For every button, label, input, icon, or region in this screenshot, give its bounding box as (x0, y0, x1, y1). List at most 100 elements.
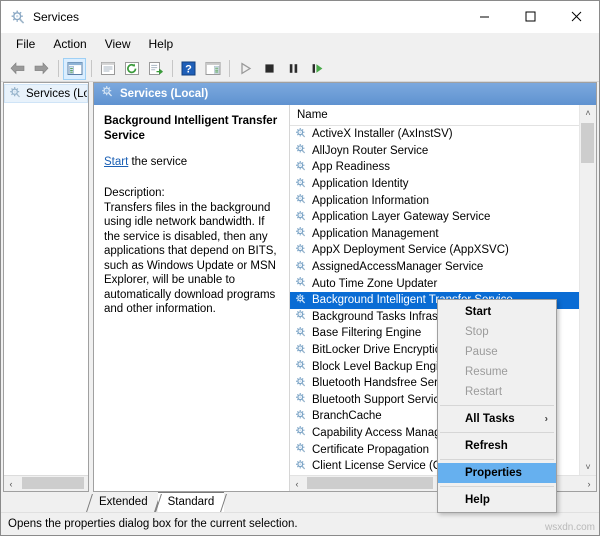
gear-icon (9, 86, 22, 102)
gear-icon (295, 409, 307, 424)
minimize-button[interactable] (461, 1, 507, 32)
console-tree-pane: Services (Local) ‹ › (3, 82, 89, 492)
menu-view[interactable]: View (96, 34, 140, 55)
gear-icon (295, 193, 307, 208)
gear-icon (295, 143, 307, 158)
context-menu-item-label: Stop (465, 326, 489, 338)
gear-icon (295, 376, 307, 391)
column-header-name[interactable]: Name (290, 105, 328, 125)
gear-icon (295, 243, 307, 258)
start-service-icon[interactable] (234, 58, 257, 80)
scroll-left-arrow-icon[interactable]: ‹ (290, 476, 304, 491)
gear-icon (295, 309, 307, 324)
scroll-down-arrow-icon[interactable]: ˅ (580, 459, 596, 475)
toolbar-separator (91, 60, 92, 77)
help-icon[interactable]: ? (177, 58, 200, 80)
service-name: Application Layer Gateway Service (312, 211, 491, 224)
toolbar-separator (172, 60, 173, 77)
scroll-right-arrow-icon[interactable]: › (582, 476, 596, 491)
context-menu-item-label: Resume (465, 366, 508, 378)
maximize-button[interactable] (507, 1, 553, 32)
service-name: Application Identity (312, 178, 409, 191)
tree-hscroll-thumb[interactable] (22, 477, 84, 489)
context-menu-item-label: Help (465, 494, 490, 506)
service-name: AssignedAccessManager Service (312, 261, 484, 274)
menu-file[interactable]: File (7, 34, 44, 55)
gear-icon (295, 260, 307, 275)
start-service-link[interactable]: Start (104, 156, 128, 168)
gear-icon (295, 226, 307, 241)
tree-hscroll-track[interactable] (18, 476, 84, 491)
export-list-icon[interactable] (144, 58, 167, 80)
table-row[interactable]: App Readiness (290, 159, 579, 176)
refresh-icon[interactable] (120, 58, 143, 80)
restart-service-icon[interactable] (306, 58, 329, 80)
list-vertical-scrollbar[interactable]: ˄ ˅ (579, 105, 596, 475)
context-menu-item-label: Refresh (465, 440, 508, 452)
context-menu-separator (440, 405, 554, 406)
table-row[interactable]: Auto Time Zone Updater (290, 275, 579, 292)
gear-icon (295, 127, 307, 142)
table-row[interactable]: Application Layer Gateway Service (290, 209, 579, 226)
menu-action[interactable]: Action (44, 34, 95, 55)
service-details-panel: Background Intelligent Transfer Service … (94, 105, 290, 491)
context-menu-item-refresh[interactable]: Refresh (438, 436, 556, 456)
context-menu-separator (440, 432, 554, 433)
context-menu-item-stop: Stop (438, 322, 556, 342)
context-menu-item-restart: Restart (438, 382, 556, 402)
service-name: ActiveX Installer (AxInstSV) (312, 128, 453, 141)
context-menu-separator (440, 459, 554, 460)
service-name: App Readiness (312, 161, 390, 174)
tab-standard[interactable]: Standard (157, 492, 225, 512)
gear-icon (295, 177, 307, 192)
back-arrow-icon[interactable] (6, 58, 29, 80)
toolbar-separator (58, 60, 59, 77)
console-tree: Services (Local) (4, 83, 88, 475)
service-name: Application Management (312, 227, 439, 240)
start-service-suffix: the service (128, 156, 188, 168)
context-menu: Start Stop Pause Resume Restart All Tasks › Ref… (437, 299, 557, 513)
show-hide-console-tree-icon[interactable] (63, 57, 86, 80)
description-label: Description: (104, 187, 165, 199)
service-name: Certificate Propagation (312, 443, 429, 456)
scroll-left-arrow-icon[interactable]: ‹ (4, 476, 18, 491)
tab-extended[interactable]: Extended (89, 493, 158, 512)
start-service-line: Start the service (104, 156, 279, 168)
tree-item-services-local[interactable]: Services (Local) (4, 84, 88, 103)
context-menu-item-all-tasks[interactable]: All Tasks › (438, 409, 556, 429)
tab-extended-label: Extended (99, 496, 148, 508)
context-menu-item-label: Properties (465, 467, 522, 479)
vscroll-track[interactable] (580, 121, 596, 459)
context-menu-item-properties[interactable]: Properties (438, 463, 556, 483)
table-row[interactable]: Application Information (290, 192, 579, 209)
show-hide-action-pane-icon[interactable] (201, 58, 224, 80)
table-row[interactable]: AppX Deployment Service (AppXSVC) (290, 242, 579, 259)
pause-service-icon[interactable] (282, 58, 305, 80)
table-row[interactable]: ActiveX Installer (AxInstSV) (290, 126, 579, 143)
properties-icon[interactable] (96, 58, 119, 80)
stop-service-icon[interactable] (258, 58, 281, 80)
tree-horizontal-scrollbar[interactable]: ‹ › (4, 475, 88, 491)
table-row[interactable]: Application Identity (290, 176, 579, 193)
context-menu-item-help[interactable]: Help (438, 490, 556, 510)
menu-bar: File Action View Help (1, 33, 599, 56)
table-row[interactable]: AssignedAccessManager Service (290, 259, 579, 276)
gear-icon (295, 425, 307, 440)
forward-arrow-icon[interactable] (30, 58, 53, 80)
list-hscroll-thumb[interactable] (307, 477, 433, 489)
vscroll-thumb[interactable] (581, 123, 594, 163)
service-name: AppX Deployment Service (AppXSVC) (312, 244, 509, 257)
gear-icon (295, 459, 307, 474)
scroll-up-arrow-icon[interactable]: ˄ (580, 105, 596, 121)
menu-help[interactable]: Help (140, 34, 183, 55)
table-row[interactable]: Application Management (290, 226, 579, 243)
table-row[interactable]: AllJoyn Router Service (290, 143, 579, 160)
context-menu-separator (440, 486, 554, 487)
window-controls (461, 1, 599, 32)
close-button[interactable] (553, 1, 599, 32)
chevron-right-icon: › (544, 413, 548, 425)
pane-header: Services (Local) (94, 83, 596, 105)
gear-icon (295, 392, 307, 407)
context-menu-item-start[interactable]: Start (438, 302, 556, 322)
gear-icon (295, 160, 307, 175)
